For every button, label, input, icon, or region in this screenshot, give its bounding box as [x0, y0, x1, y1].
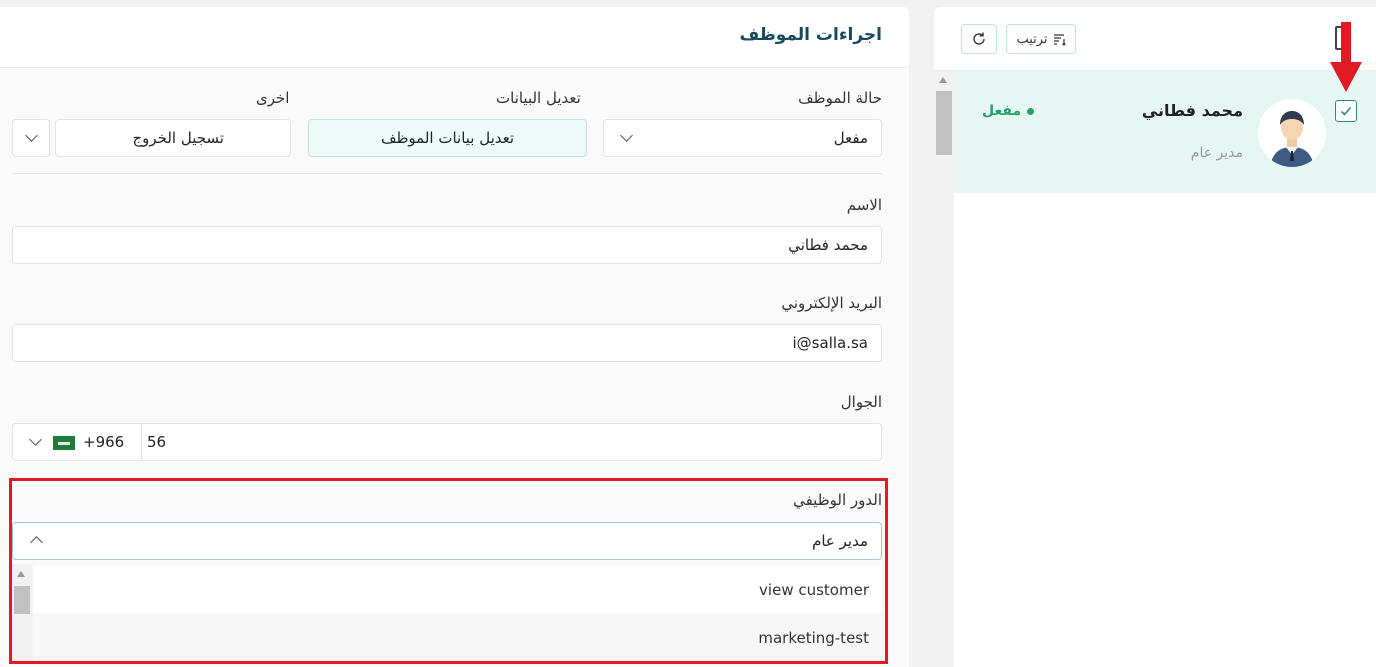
role-select-value: مدير عام	[812, 532, 868, 550]
chevron-down-icon	[25, 129, 38, 142]
scroll-up-arrow-icon[interactable]	[939, 77, 947, 83]
other-label: اخرى	[256, 89, 290, 107]
chevron-down-icon	[620, 129, 633, 142]
status-select[interactable]: مفعل	[603, 119, 882, 157]
employee-checkbox[interactable]	[1335, 100, 1357, 122]
status-dot-icon	[1027, 107, 1035, 115]
red-arrow-annotation-icon	[1330, 22, 1362, 92]
dropdown-scrollbar[interactable]	[12, 564, 32, 664]
mobile-field-value: 56	[147, 433, 167, 451]
saudi-flag-icon	[53, 436, 75, 450]
mobile-label: الجوال	[840, 393, 882, 411]
other-select-toggle[interactable]	[12, 119, 50, 157]
scroll-thumb[interactable]	[936, 91, 952, 155]
edit-data-label: تعديل البيانات	[496, 89, 581, 107]
country-code-select[interactable]: +966	[13, 424, 141, 460]
status-text: مفعل	[982, 103, 1022, 119]
employee-list-panel: ترتيب محمد فطاني مدير عام مفعل	[934, 7, 1376, 667]
sort-button[interactable]: ترتيب	[1006, 24, 1076, 54]
employee-actions-panel: اجراءات الموظف حالة الموظف مفعل تعديل ال…	[0, 7, 909, 667]
refresh-icon	[973, 32, 985, 45]
role-dropdown-list: view customer marketing-test	[12, 564, 883, 664]
scroll-up-arrow-icon[interactable]	[17, 571, 25, 577]
email-label: البريد الإلكتروني	[781, 294, 882, 312]
list-toolbar: ترتيب	[934, 7, 1376, 71]
scroll-thumb[interactable]	[14, 586, 30, 614]
email-field-value: i@salla.sa	[792, 334, 868, 352]
employee-role: مدير عام	[1190, 145, 1243, 161]
chevron-down-icon	[29, 433, 42, 446]
checkmark-icon	[1340, 106, 1352, 116]
employee-name: محمد فطاني	[1141, 101, 1243, 120]
email-field[interactable]: i@salla.sa	[12, 324, 882, 362]
other-select-value: تسجيل الخروج	[132, 129, 224, 147]
user-avatar-icon	[1270, 111, 1314, 167]
role-label: الدور الوظيفي	[793, 491, 882, 509]
status-badge: مفعل	[982, 103, 1035, 119]
chevron-up-icon	[30, 536, 43, 549]
other-select[interactable]: تسجيل الخروج	[55, 119, 291, 157]
status-label: حالة الموظف	[798, 89, 882, 107]
mobile-field[interactable]: 56 +966	[12, 423, 882, 461]
sort-label: ترتيب	[1016, 31, 1048, 47]
edit-employee-button[interactable]: تعديل بيانات الموظف	[308, 119, 587, 157]
divider	[12, 173, 882, 174]
sort-icon	[1053, 34, 1066, 46]
role-option[interactable]: view customer	[33, 565, 883, 613]
refresh-button[interactable]	[961, 24, 997, 54]
country-code: +966	[83, 433, 125, 451]
avatar	[1258, 99, 1326, 167]
role-option-label: view customer	[759, 581, 869, 599]
page-title: اجراءات الموظف	[739, 25, 882, 45]
employee-card[interactable]: محمد فطاني مدير عام مفعل	[954, 71, 1376, 193]
app-root: ترتيب محمد فطاني مدير عام مفعل اجراءات ا…	[0, 0, 1376, 667]
name-label: الاسم	[846, 196, 882, 214]
name-field-value: محمد فطاني	[788, 236, 868, 254]
role-option[interactable]: marketing-test	[33, 613, 883, 661]
phone-separator	[141, 424, 142, 460]
role-option-label: marketing-test	[758, 629, 869, 647]
panel-header: اجراءات الموظف	[0, 7, 909, 68]
name-field[interactable]: محمد فطاني	[12, 226, 882, 264]
status-select-value: مفعل	[833, 129, 868, 147]
list-scrollbar[interactable]	[934, 71, 954, 667]
role-select[interactable]: مدير عام	[12, 522, 882, 560]
